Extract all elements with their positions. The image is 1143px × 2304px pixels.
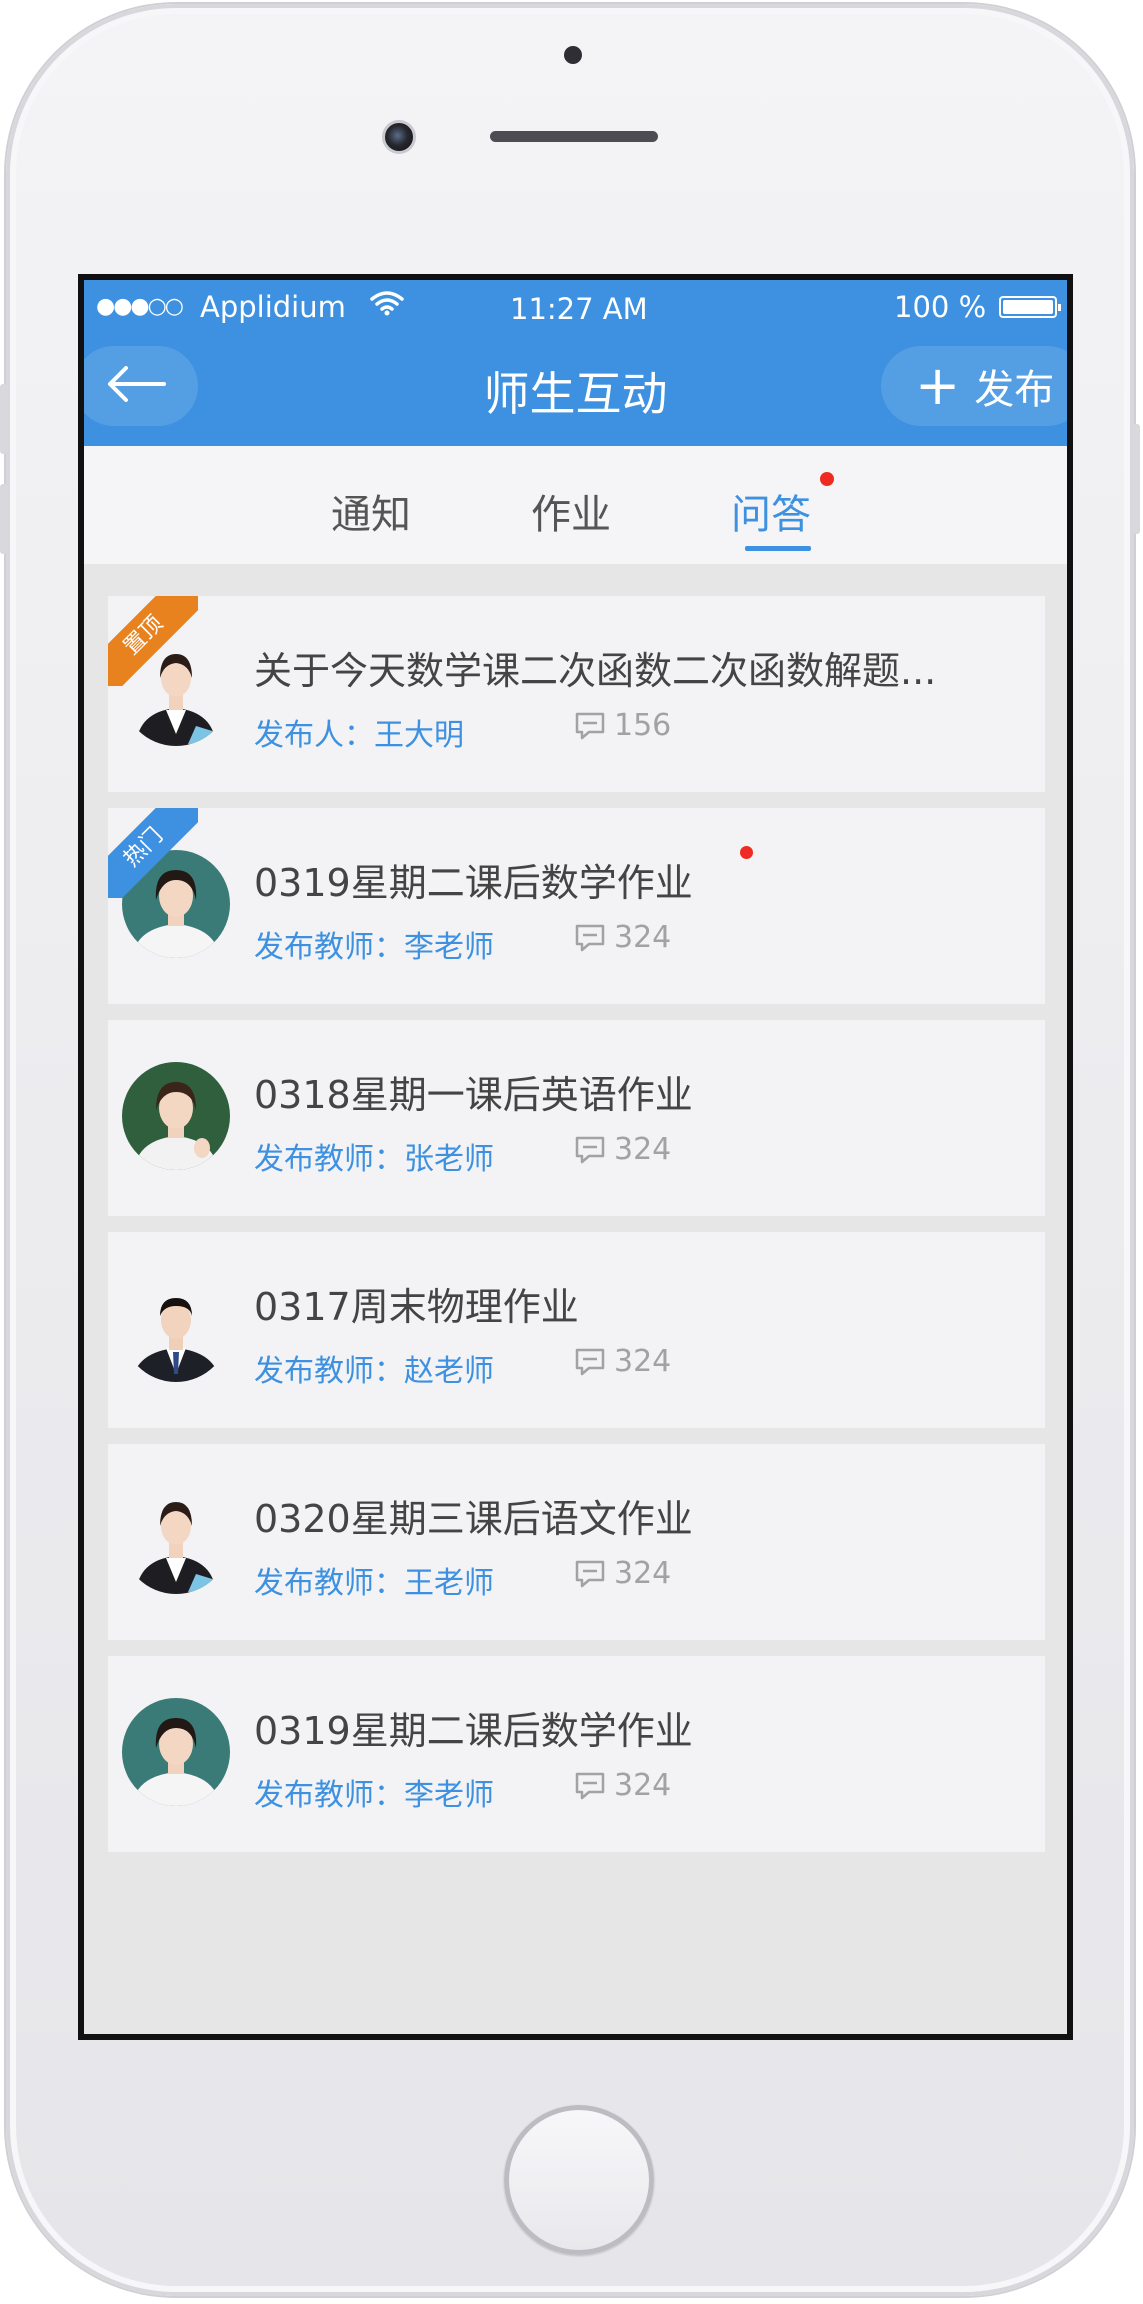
home-button[interactable] [504, 2105, 654, 2255]
list-item[interactable]: 0320星期三课后语文作业 发布教师：王老师 324 [108, 1444, 1045, 1640]
item-author: 发布教师：李老师 [254, 930, 494, 965]
comment-icon [575, 1772, 605, 1799]
item-title: 0319星期二课后数学作业 [254, 1709, 693, 1753]
comment-count-value: 156 [614, 708, 672, 743]
pinned-badge: 置顶 [108, 596, 198, 686]
tab-notice[interactable]: 通知 [331, 482, 411, 540]
tab-bar: 通知 作业 问答 [84, 446, 1067, 564]
tab-homework[interactable]: 作业 [531, 482, 611, 540]
pinned-badge-label: 置顶 [108, 596, 198, 686]
tab-qa[interactable]: 问答 [731, 482, 811, 540]
unread-dot [740, 846, 753, 859]
list-item[interactable]: 热门 0319星期二课后数学作业 发布教师：李老师 324 [108, 808, 1045, 1004]
publish-button[interactable]: + 发布 [881, 346, 1067, 426]
item-title: 0319星期二课后数学作业 [254, 861, 693, 905]
proximity-sensor [564, 46, 582, 64]
app-header: ●●●○○ Applidium 11:27 AM 100 % 师生互动 + 发布 [84, 280, 1067, 446]
list-item[interactable]: 0319星期二课后数学作业 发布教师：李老师 324 [108, 1656, 1045, 1852]
comment-icon [575, 712, 605, 739]
comment-count-value: 324 [614, 1556, 672, 1591]
list-item[interactable]: 置顶 关于今天数学课二次函数二次函数解题... 发布人：王大明 156 [108, 596, 1045, 792]
comment-count-value: 324 [614, 920, 672, 955]
comment-count: 324 [574, 1556, 671, 1591]
comment-count: 324 [574, 920, 671, 955]
battery-icon [999, 296, 1061, 318]
battery-percent: 100 % [894, 290, 987, 324]
qa-list: 置顶 关于今天数学课二次函数二次函数解题... 发布人：王大明 156 热门 0… [108, 596, 1045, 1868]
publish-label: 发布 [974, 367, 1055, 413]
front-camera [382, 120, 416, 154]
volume-button [0, 384, 8, 454]
tab-notification-dot [820, 472, 834, 486]
active-tab-indicator [745, 546, 811, 551]
item-author: 发布教师：张老师 [254, 1142, 494, 1177]
screen: ●●●○○ Applidium 11:27 AM 100 % 师生互动 + 发布… [78, 274, 1073, 2040]
comment-count: 324 [574, 1344, 671, 1379]
carrier-name: Applidium [200, 290, 346, 324]
item-title: 0317周末物理作业 [254, 1285, 579, 1329]
avatar [122, 1486, 230, 1594]
comment-icon [575, 1136, 605, 1163]
plus-icon: + [915, 354, 961, 417]
item-author: 发布教师：赵老师 [254, 1354, 494, 1389]
comment-count-value: 324 [614, 1132, 672, 1167]
comment-count-value: 324 [614, 1768, 672, 1803]
wifi-icon [370, 290, 404, 323]
status-bar: ●●●○○ Applidium 11:27 AM 100 % [84, 280, 1067, 340]
list-item[interactable]: 0317周末物理作业 发布教师：赵老师 324 [108, 1232, 1045, 1428]
list-item[interactable]: 0318星期一课后英语作业 发布教师：张老师 324 [108, 1020, 1045, 1216]
comment-count-value: 324 [614, 1344, 672, 1379]
item-title: 0320星期三课后语文作业 [254, 1497, 693, 1541]
comment-icon [575, 1560, 605, 1587]
comment-icon [575, 1348, 605, 1375]
avatar [122, 1274, 230, 1382]
hot-badge-label: 热门 [108, 808, 198, 898]
item-author: 发布人：王大明 [254, 718, 464, 753]
comment-icon [575, 924, 605, 951]
comment-count: 156 [574, 708, 671, 743]
power-button [1132, 424, 1140, 534]
phone-frame: ●●●○○ Applidium 11:27 AM 100 % 师生互动 + 发布… [0, 4, 1140, 2296]
comment-count: 324 [574, 1132, 671, 1167]
avatar [122, 1698, 230, 1806]
item-title: 关于今天数学课二次函数二次函数解题... [254, 649, 937, 693]
earpiece-speaker [490, 131, 658, 142]
item-author: 发布教师：王老师 [254, 1566, 494, 1601]
hot-badge: 热门 [108, 808, 198, 898]
comment-count: 324 [574, 1768, 671, 1803]
item-title: 0318星期一课后英语作业 [254, 1073, 693, 1117]
item-author: 发布教师：李老师 [254, 1778, 494, 1813]
signal-strength-icon: ●●●○○ [96, 294, 184, 319]
status-time: 11:27 AM [510, 292, 648, 326]
avatar [122, 1062, 230, 1170]
volume-button [0, 484, 8, 554]
